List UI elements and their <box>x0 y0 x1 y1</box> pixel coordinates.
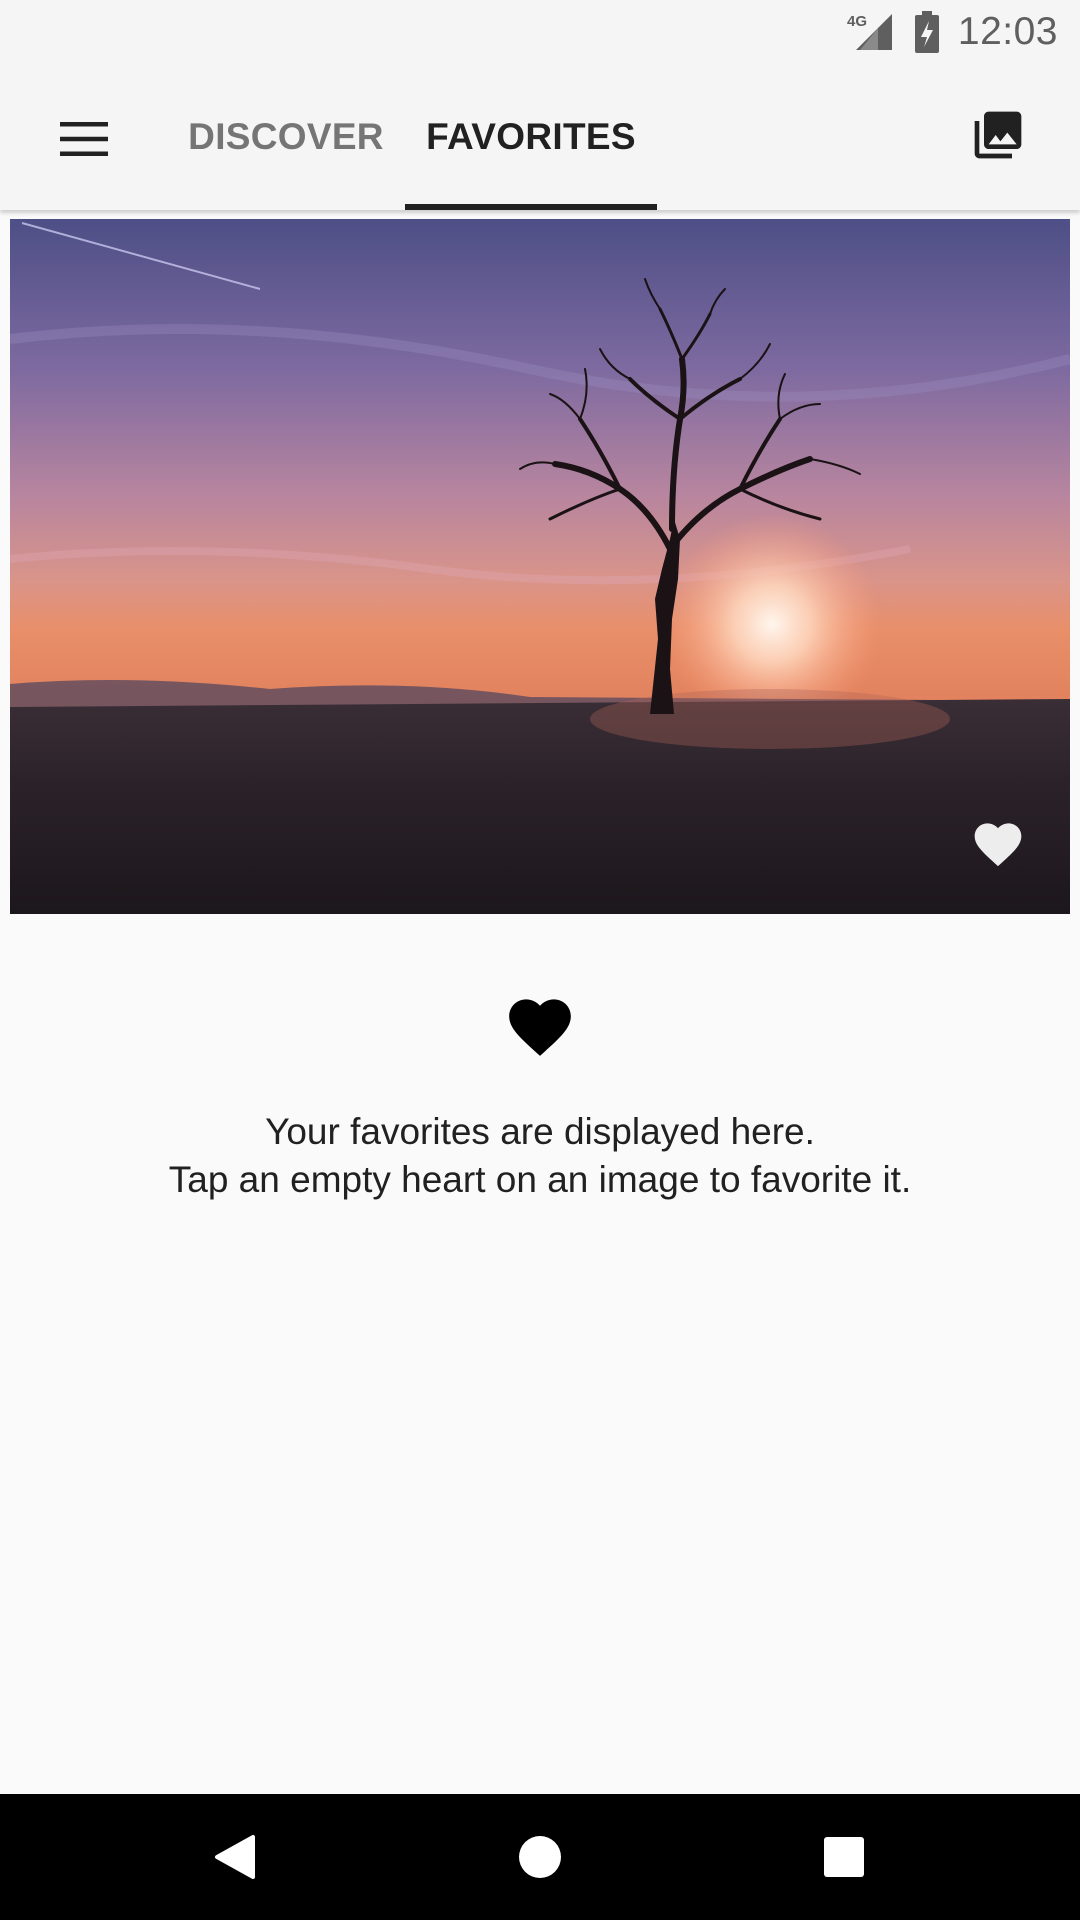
network-type-label: 4G <box>847 13 867 30</box>
status-bar: 4G 12:03 <box>0 0 1080 63</box>
tab-indicator <box>405 204 657 210</box>
battery-icon <box>914 11 939 53</box>
nav-back-button[interactable] <box>200 1822 270 1892</box>
favorite-photo-card[interactable] <box>10 219 1070 914</box>
home-circle-icon <box>519 1836 561 1878</box>
empty-state-message: Your favorites are displayed here. Tap a… <box>0 1108 1080 1204</box>
nav-home-button[interactable] <box>505 1822 575 1892</box>
system-navigation-bar <box>0 1794 1080 1920</box>
status-icons: 4G 12:03 <box>846 8 1058 56</box>
tab-discover[interactable]: DISCOVER <box>170 63 402 210</box>
nav-recents-button[interactable] <box>809 1822 879 1892</box>
hamburger-menu-icon <box>60 122 108 156</box>
tab-favorites[interactable]: FAVORITES <box>405 63 657 210</box>
back-triangle-icon <box>215 1835 255 1879</box>
heart-icon <box>509 999 571 1056</box>
empty-state-line-1: Your favorites are displayed here. <box>265 1111 815 1152</box>
empty-state-line-2: Tap an empty heart on an image to favori… <box>168 1159 912 1200</box>
recents-square-icon <box>824 1837 864 1877</box>
menu-button[interactable] <box>52 115 116 163</box>
app-bar: DISCOVER FAVORITES <box>0 63 1080 210</box>
signal-4g-icon: 4G <box>847 13 892 50</box>
tree-at-sunset-photo <box>10 219 1070 914</box>
gallery-button[interactable] <box>968 105 1028 165</box>
photo-library-icon <box>974 111 1022 159</box>
status-time: 12:03 <box>957 10 1058 53</box>
heart-icon[interactable] <box>970 816 1026 868</box>
